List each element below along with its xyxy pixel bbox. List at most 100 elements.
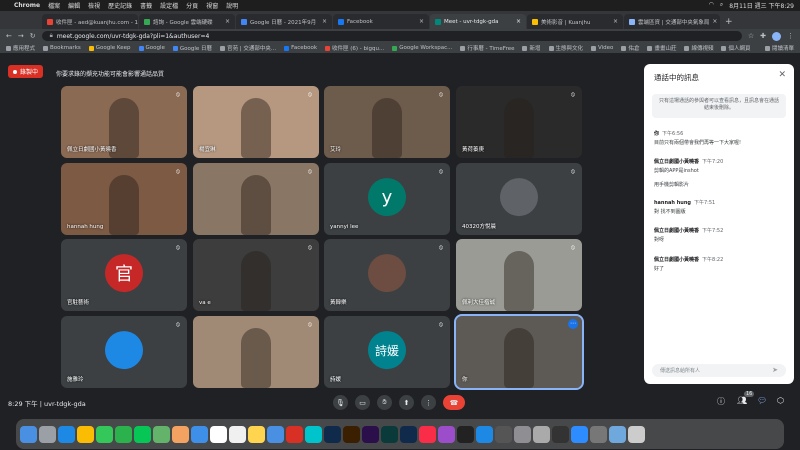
keynote-icon[interactable] [267, 425, 284, 443]
back-button[interactable]: ← [6, 32, 12, 40]
tab-gmail[interactable]: 收件匣 - aed@kuanjhu.com - 1× [42, 14, 138, 29]
participant-tile[interactable]: ⦸ 黃荷蓁庚 [456, 86, 582, 158]
messages-icon[interactable] [96, 425, 113, 443]
menubar-item-help[interactable]: 說明 [226, 1, 238, 10]
bookmark-item[interactable]: 收件匣 (6) - bigqu... [325, 44, 384, 52]
participant-tile[interactable]: ⦸ 楊宜琳 [193, 86, 319, 158]
reminders-icon[interactable] [229, 425, 246, 443]
bookmark-item[interactable]: 行事曆 - TimeFree [460, 44, 514, 52]
bookmark-item[interactable]: 官苑 | 交通部中央... [220, 44, 276, 52]
bookmark-item[interactable]: Facebook [284, 45, 317, 51]
recording-badge[interactable]: 錄製中 [8, 65, 44, 78]
app-store-icon[interactable] [476, 425, 493, 443]
menubar-item-chrome[interactable]: Chrome [14, 2, 40, 9]
menubar-item-view[interactable]: 檢視 [88, 1, 100, 10]
zoom-icon[interactable] [571, 425, 588, 443]
bookmark-folder[interactable]: 佑倉 [621, 44, 639, 52]
downloads-folder-icon[interactable] [609, 425, 626, 443]
photos-icon[interactable] [172, 425, 189, 443]
participant-tile[interactable]: ⦸ [193, 163, 319, 235]
finder-icon[interactable] [20, 425, 37, 443]
preview-icon[interactable] [533, 425, 550, 443]
bookmark-item[interactable]: Bookmarks [43, 45, 81, 51]
participant-tile[interactable]: ⦸ 40320方悅晨 [456, 163, 582, 235]
chrome-menu-icon[interactable]: ⋮ [787, 32, 794, 40]
mail-icon[interactable] [191, 425, 208, 443]
more-options-button[interactable]: ⋮ [421, 395, 436, 410]
calendar-icon[interactable] [210, 425, 227, 443]
chat-icon[interactable]: 💬︎ [757, 396, 767, 405]
participant-tile[interactable]: y ⦸ yannyi lee [324, 163, 450, 235]
menubar-item-edit[interactable]: 編輯 [68, 1, 80, 10]
launchpad-icon[interactable] [39, 425, 56, 443]
acrobat-icon[interactable] [286, 425, 303, 443]
close-tab-icon[interactable]: × [712, 18, 717, 25]
close-icon[interactable]: ✕ [778, 70, 786, 80]
bookmark-folder[interactable]: 生態與文化 [548, 44, 583, 52]
tab-facebook[interactable]: Facebook × [333, 14, 429, 29]
tile-more-icon[interactable]: ⋯ [568, 319, 578, 329]
extensions-icon[interactable]: ✚ [760, 32, 766, 40]
people-icon[interactable]: 👥︎ 16 [737, 391, 755, 405]
safari-icon[interactable] [58, 425, 75, 443]
participant-tile[interactable]: ⦸你⋯ [454, 314, 584, 390]
profile-avatar[interactable] [772, 31, 781, 41]
send-icon[interactable]: ➤ [772, 366, 778, 374]
bookmark-item[interactable]: Google 日曆 [172, 44, 212, 52]
notes-icon[interactable] [248, 425, 265, 443]
quicktime-icon[interactable] [552, 425, 569, 443]
meeting-details-icon[interactable]: ⓘ [717, 396, 725, 407]
participant-tile[interactable]: ⦸ 佩立日劇國小黃曉香 [61, 86, 187, 158]
bookmark-folder[interactable]: 新增 [522, 44, 541, 52]
bookmark-item[interactable]: 應用程式 [6, 44, 35, 52]
bookmark-star-icon[interactable]: ☆ [748, 32, 754, 40]
podcasts-icon[interactable] [438, 425, 455, 443]
participant-tile[interactable]: ⦸ va e [193, 239, 319, 311]
forward-button[interactable]: → [18, 32, 24, 40]
photoshop-icon[interactable] [324, 425, 341, 443]
participant-tile[interactable]: ⦸ 施雅玲 [61, 316, 187, 388]
close-tab-icon[interactable]: × [516, 18, 521, 25]
bookmark-item[interactable]: Google Workspac... [392, 45, 452, 51]
menubar-item-history[interactable]: 歷史記錄 [108, 1, 132, 10]
microphone-button[interactable]: 🎙︎ [333, 395, 348, 410]
menubar-item-file[interactable]: 檔案 [48, 1, 60, 10]
activities-icon[interactable]: ⬡ [777, 396, 784, 405]
illustrator-icon[interactable] [343, 425, 360, 443]
close-tab-icon[interactable]: × [613, 18, 618, 25]
bookmark-folder[interactable]: Video [591, 45, 613, 51]
participant-tile[interactable]: ⦸ 佩利大佳楷誠 [456, 239, 582, 311]
address-bar[interactable]: 🔒︎ meet.google.com/uvr-tdgk-gda?pli=1&au… [41, 31, 742, 41]
premiere-icon[interactable] [362, 425, 379, 443]
lightroom-icon[interactable] [400, 425, 417, 443]
menubar-item-bookmarks[interactable]: 書籤 [140, 1, 152, 10]
participant-tile[interactable]: 詩媛 ⦸ 詩媛 [324, 316, 450, 388]
participant-tile[interactable]: 官 ⦸ 官駐藝術 [61, 239, 187, 311]
new-tab-button[interactable]: + [725, 17, 733, 27]
camera-button[interactable]: ▭ [355, 395, 370, 410]
tab-kuanjhu[interactable]: 美術影音 | Kuanjhu × [527, 14, 623, 29]
participant-tile[interactable]: ⦸ 黃韓樂 [324, 239, 450, 311]
system-preferences-icon[interactable] [514, 425, 531, 443]
tv-icon[interactable] [457, 425, 474, 443]
participant-tile[interactable]: ⦸ 艾玲 [324, 86, 450, 158]
close-tab-icon[interactable]: × [322, 18, 327, 25]
facetime-icon[interactable] [115, 425, 132, 443]
menubar-clock[interactable]: 8月11日 週三 下午8:29 [729, 1, 794, 10]
raise-hand-button[interactable]: ✋︎ [377, 395, 392, 410]
canva-icon[interactable] [305, 425, 322, 443]
trash-icon[interactable] [628, 425, 645, 443]
maps-icon[interactable] [153, 425, 170, 443]
menubar-item-window[interactable]: 視窗 [206, 1, 218, 10]
tab-weather[interactable]: 雲端區資 | 交通部中央氣象局 × [624, 14, 720, 29]
close-tab-icon[interactable]: × [225, 18, 230, 25]
audition-icon[interactable] [381, 425, 398, 443]
participant-tile[interactable]: ⦸ [193, 316, 319, 388]
calculator-icon[interactable] [495, 425, 512, 443]
close-tab-icon[interactable]: × [419, 18, 424, 25]
menubar-item-profiles[interactable]: 設定檔 [160, 1, 178, 10]
bookmark-folder[interactable]: 線傳視頻 [684, 44, 713, 52]
search-icon[interactable]: ⌕ [720, 1, 723, 10]
bookmark-folder[interactable]: 個人網頁 [721, 44, 751, 52]
chat-input[interactable]: 傳送訊息給所有人 [652, 364, 786, 377]
